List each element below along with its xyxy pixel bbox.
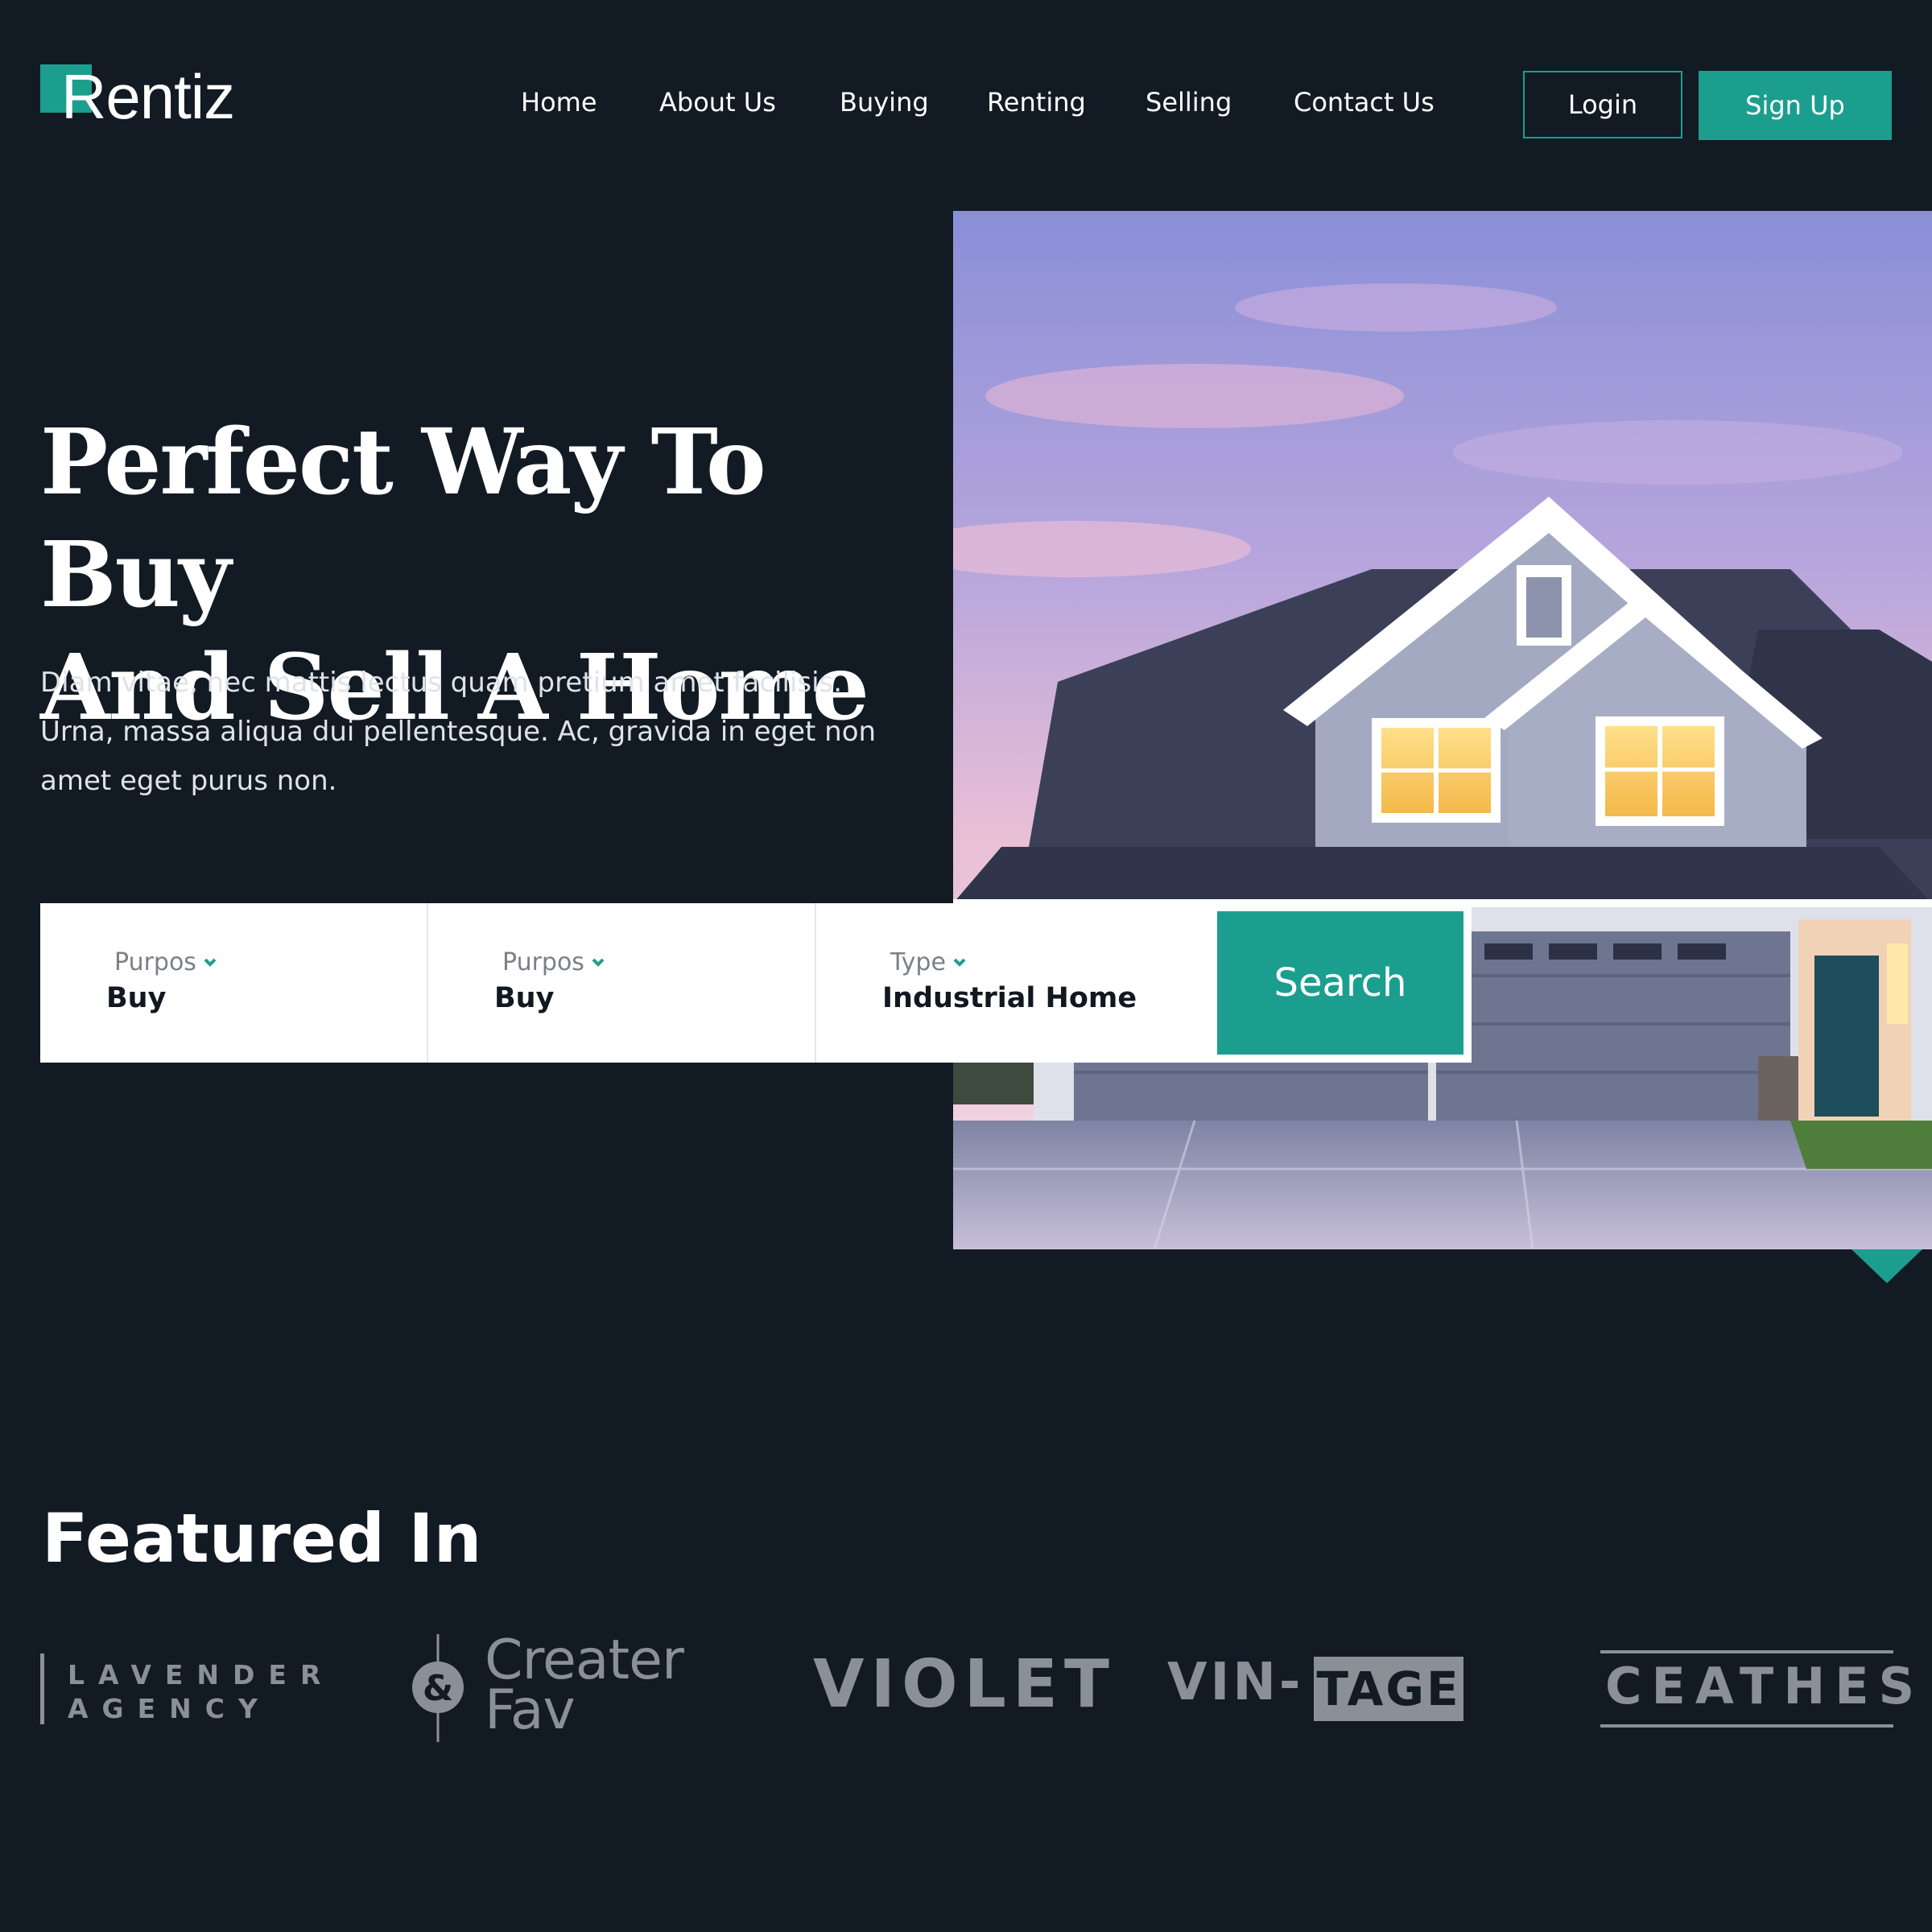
purpose-select-1-label-text: Purpos <box>114 948 196 976</box>
hero-title-line-1: Perfect Way To Buy <box>40 410 766 628</box>
nav-renting[interactable]: Renting <box>987 87 1086 118</box>
purpose-select-2-value: Buy <box>494 982 555 1014</box>
login-button[interactable]: Login <box>1523 71 1682 138</box>
nav-about-us[interactable]: About Us <box>659 87 776 118</box>
chevron-down-icon <box>592 958 605 967</box>
creater-logo-line-2: Fav <box>485 1678 576 1742</box>
lavender-logo-bar <box>40 1653 44 1724</box>
vintage-logo-part-1: VIN- <box>1167 1653 1304 1712</box>
ceathes-logo: CEATHES <box>1605 1657 1925 1715</box>
vintage-logo-part-2: TAGE <box>1314 1657 1463 1721</box>
purpose-select-2-label: Purpos <box>502 948 607 976</box>
chevron-down-icon <box>953 958 966 967</box>
type-select-label-text: Type <box>890 948 946 976</box>
violet-logo: VIOLET <box>813 1646 1116 1723</box>
purpose-select-1-label: Purpos <box>114 948 219 976</box>
ceathes-logo-top-line <box>1600 1650 1893 1653</box>
chevron-down-icon <box>204 958 217 967</box>
house-corner-accent <box>1852 1249 1922 1283</box>
ampersand-symbol: & <box>423 1668 453 1709</box>
hero-description: Diam vitae, nec mattis lectus quam preti… <box>40 658 934 806</box>
creater-fav-logo: Creater Fav <box>485 1633 684 1742</box>
hero-description-line-3: amet eget purus non. <box>40 765 337 797</box>
type-select-value: Industrial Home <box>882 982 1137 1014</box>
lavender-agency-logo: LAVENDER AGENCY <box>68 1658 334 1726</box>
type-select-label: Type <box>890 948 968 976</box>
creater-fav-logo-mark: & <box>411 1634 467 1742</box>
purpose-select-2-label-text: Purpos <box>502 948 584 976</box>
ceathes-logo-bottom-line <box>1600 1724 1893 1728</box>
purpose-select-1-value: Buy <box>106 982 167 1014</box>
hero-description-line-1: Diam vitae, nec mattis lectus quam preti… <box>40 667 843 699</box>
search-button[interactable]: Search <box>1217 911 1463 1055</box>
signup-button[interactable]: Sign Up <box>1699 71 1892 140</box>
purpose-select-2[interactable]: Purpos Buy <box>428 903 816 1063</box>
property-search-bar: Purpos Buy Purpos Buy Type Industrial Ho… <box>40 903 1472 1063</box>
lavender-logo-line-1: LAVENDER <box>68 1659 335 1690</box>
nav-selling[interactable]: Selling <box>1146 87 1232 118</box>
nav-buying[interactable]: Buying <box>840 87 929 118</box>
nav-home[interactable]: Home <box>521 87 597 118</box>
hero-description-line-2: Urna, massa aliqua dui pellentesque. Ac,… <box>40 716 877 748</box>
featured-in-heading: Featured In <box>42 1499 482 1578</box>
hero-house-image <box>953 211 1932 1249</box>
logo-text[interactable]: Rentiz <box>61 62 235 132</box>
purpose-select-1[interactable]: Purpos Buy <box>40 903 428 1063</box>
lavender-logo-line-2: AGENCY <box>68 1693 271 1724</box>
nav-contact-us[interactable]: Contact Us <box>1294 87 1435 118</box>
type-select[interactable]: Type Industrial Home <box>816 903 1204 1063</box>
